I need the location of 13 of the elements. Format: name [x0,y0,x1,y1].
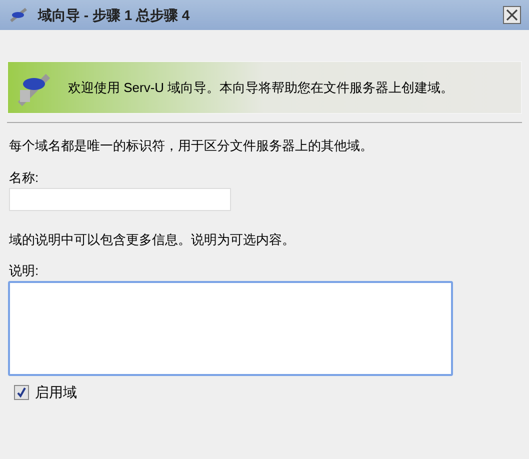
checkmark-icon [16,387,27,398]
description-hint: 域的说明中可以包含更多信息。说明为可选内容。 [9,231,296,249]
description-label: 说明: [9,263,40,279]
enable-checkbox[interactable] [14,385,29,400]
close-button[interactable] [503,6,521,24]
close-icon [506,9,518,21]
enable-label: 启用域 [35,383,77,402]
intro-text: 每个域名都是唯一的标识符，用于区分文件服务器上的其他域。 [9,137,374,155]
description-field[interactable] [8,281,453,376]
name-field[interactable] [9,188,231,211]
window-title: 域向导 - 步骤 1 总步骤 4 [38,6,190,24]
welcome-text: 欢迎使用 Serv-U 域向导。本向导将帮助您在文件服务器上创建域。 [68,78,455,96]
name-label: 名称: [9,170,40,186]
